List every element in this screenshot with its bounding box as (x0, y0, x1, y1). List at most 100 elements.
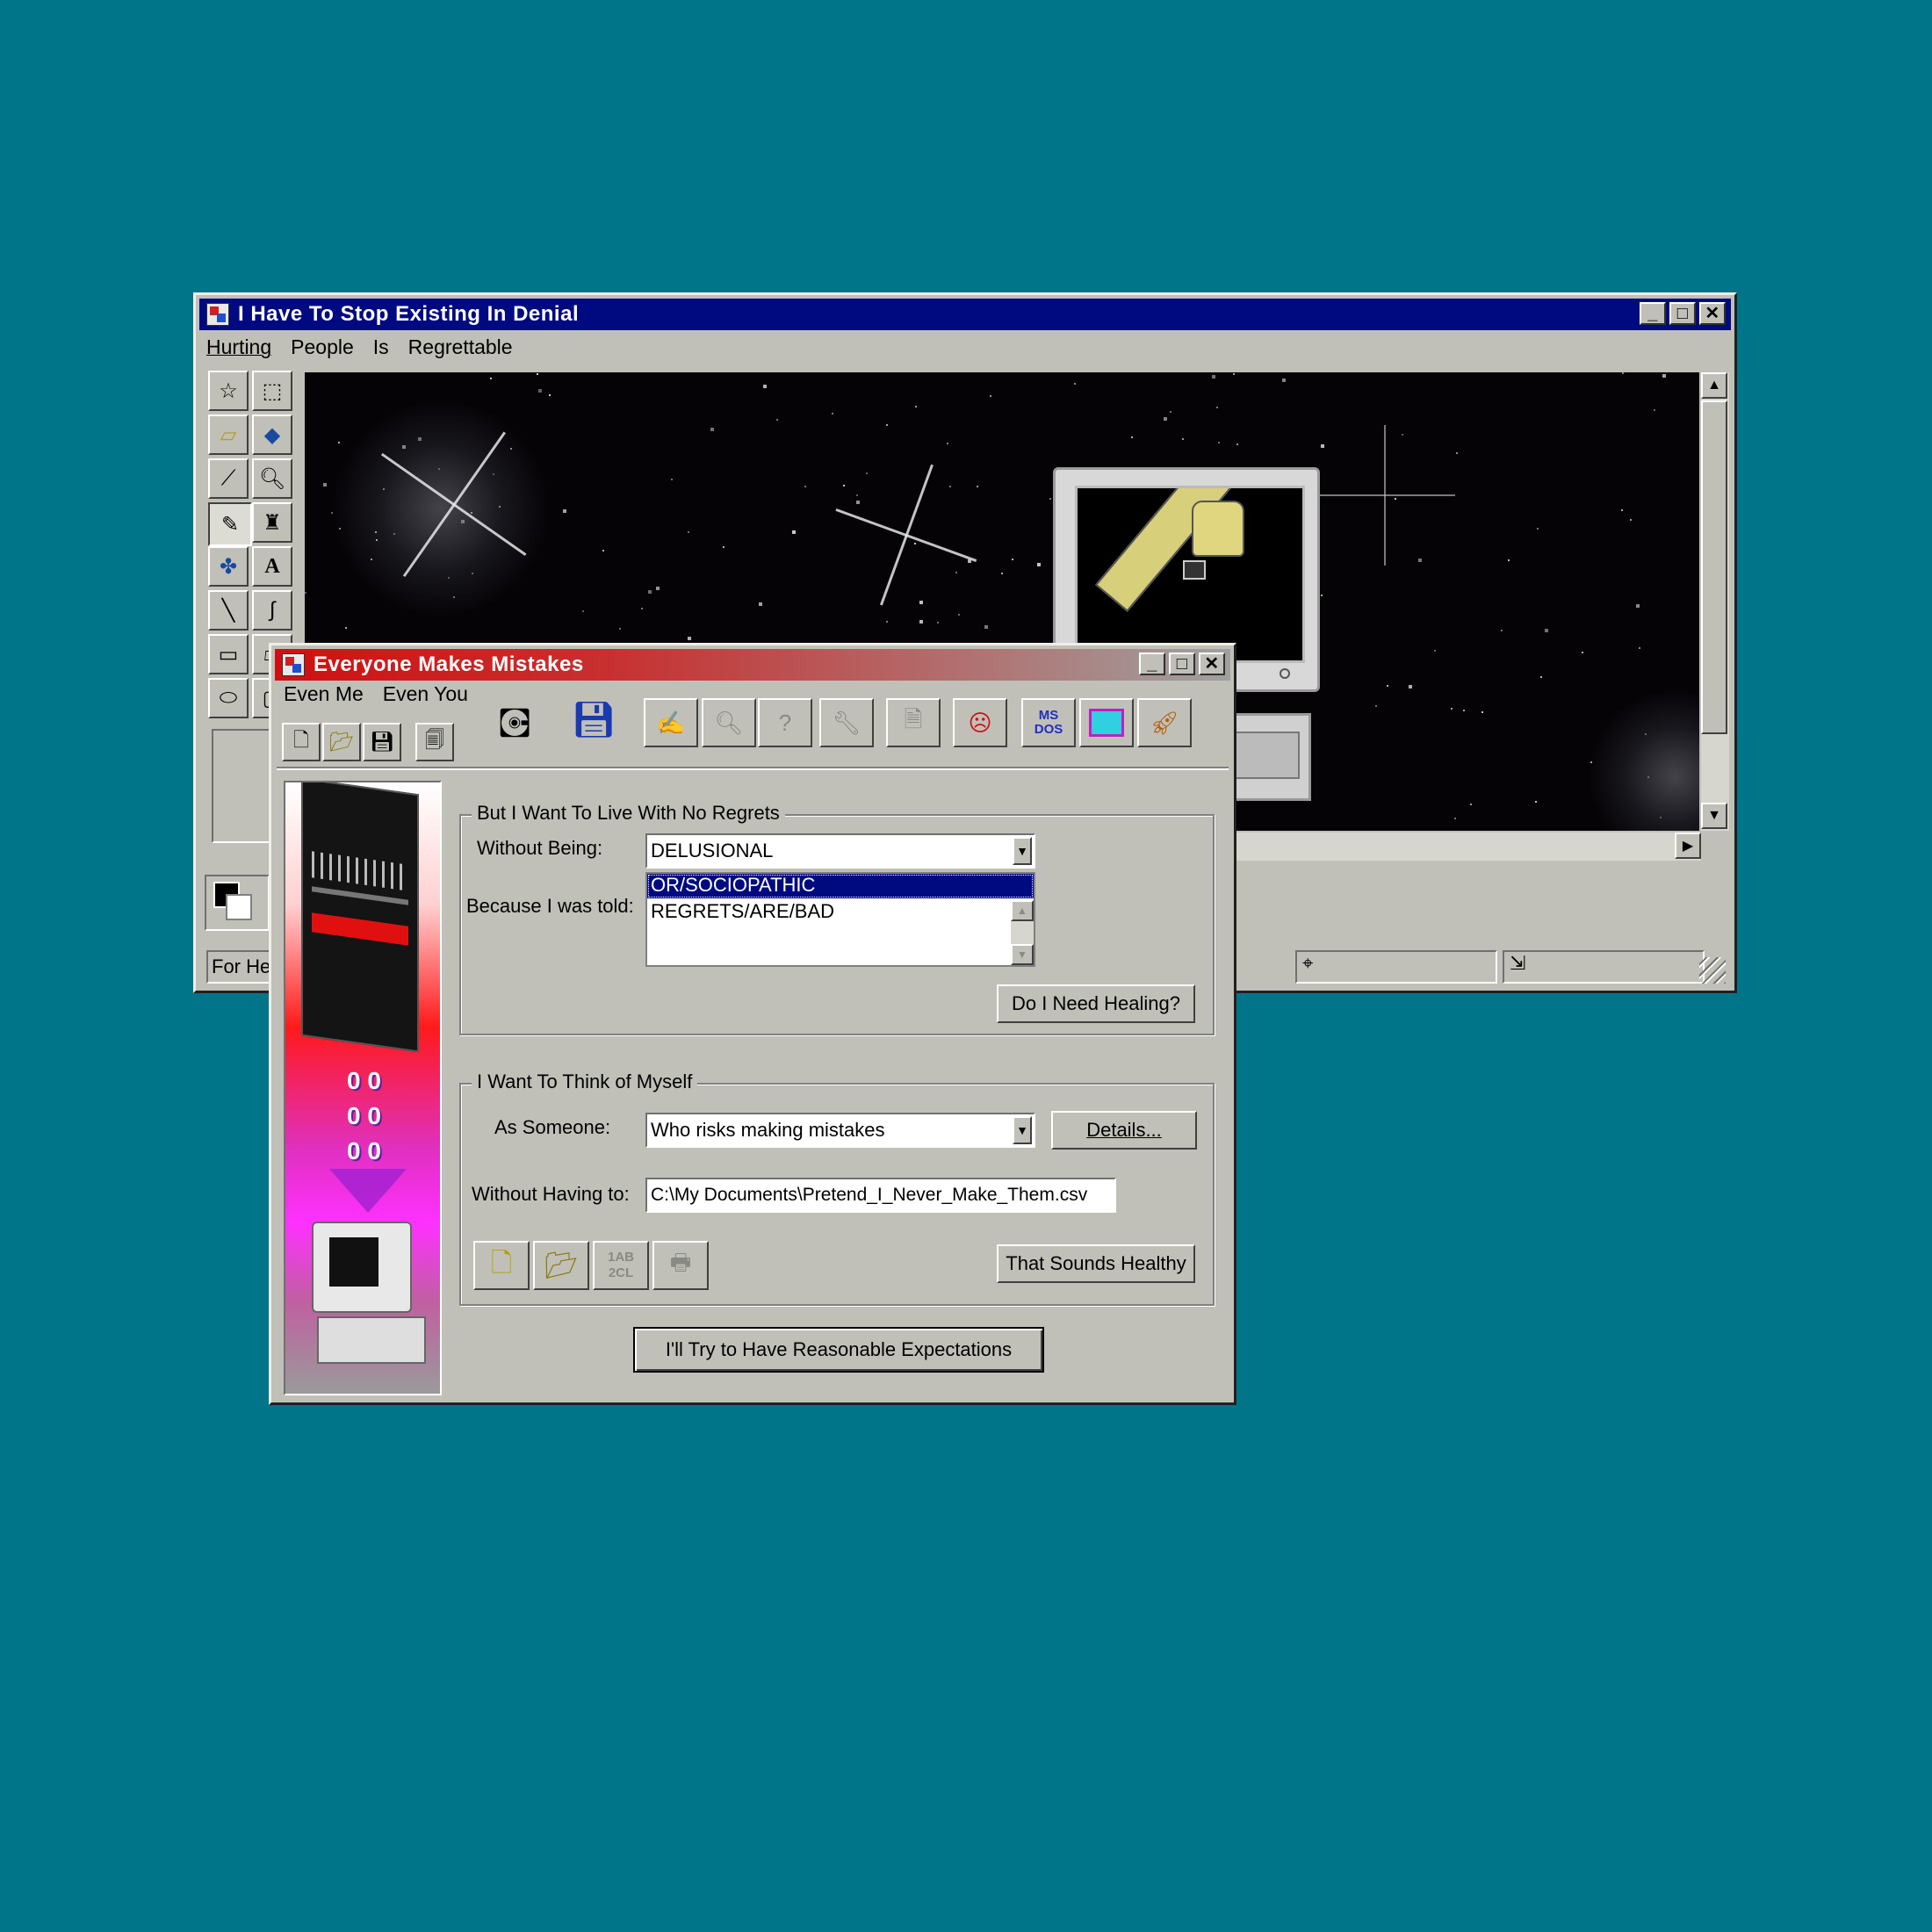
think-of-myself-legend: I Want To Think of Myself (472, 1071, 698, 1093)
airbrush-icon[interactable]: ✤ (208, 546, 249, 587)
reasonable-expectations-button[interactable]: I'll Try to Have Reasonable Expectations (633, 1327, 1044, 1373)
open-folder-icon[interactable]: 📂︎ (533, 1241, 589, 1290)
eyedropper-icon[interactable]: ⟋ (208, 458, 249, 499)
binary-digit: 0 (347, 1137, 361, 1164)
canvas-vertical-scrollbar[interactable]: ▲ ▼ (1701, 372, 1729, 831)
sounds-healthy-button[interactable]: That Sounds Healthy (997, 1244, 1195, 1283)
ms-dos-icon-label: MS DOS (1034, 708, 1063, 737)
star-dot (1218, 442, 1220, 443)
star-dot (1164, 417, 1167, 421)
dialog-maximize-button[interactable]: □ (1169, 652, 1195, 675)
dialog-minimize-button[interactable]: _ (1139, 652, 1165, 675)
open-folder-icon[interactable]: 📂︎ (322, 723, 361, 761)
scroll-down-button[interactable]: ▼ (1701, 803, 1727, 829)
free-select-icon[interactable]: ☆ (208, 371, 249, 411)
scroll-up-button[interactable]: ▲ (1701, 372, 1727, 399)
star-dot (1170, 411, 1171, 413)
new-file-icon[interactable]: 🗋 (282, 723, 321, 761)
save-disk-icon[interactable]: 💾︎ (363, 723, 401, 761)
star-dot (1434, 650, 1436, 652)
star-dot (1454, 818, 1456, 819)
close-button[interactable]: ✕ (1699, 302, 1726, 325)
minimize-button[interactable]: _ (1640, 302, 1666, 325)
star-dot (832, 413, 833, 415)
error-computer-icon[interactable]: ☹ (953, 698, 1007, 747)
list-scroll-up-button[interactable]: ▲ (1011, 900, 1034, 921)
without-having-path-field[interactable]: C:\My Documents\Pretend_I_Never_Make_The… (645, 1178, 1116, 1213)
rect-select-icon[interactable]: ⬚ (252, 371, 292, 411)
because-told-listbox[interactable]: OR/SOCIOPATHIC REGRETS/ARE/BAD ▲ ▼ (645, 872, 1035, 967)
floppy-disk-icon[interactable]: 💾︎ (566, 695, 621, 744)
list-item[interactable]: REGRETS/ARE/BAD (647, 900, 1009, 925)
star-dot (345, 627, 347, 629)
without-being-dropdown[interactable]: DELUSIONAL ▼ (645, 833, 1035, 869)
menu-even-you[interactable]: Even You (383, 682, 468, 706)
paint-title: I Have To Stop Existing In Denial (238, 302, 580, 326)
disk-key-icon[interactable]: 💽︎ (487, 698, 542, 747)
properties-icon[interactable]: 🗐 (415, 723, 454, 761)
scroll-right-button[interactable]: ▶ (1675, 833, 1701, 859)
dialog-close-button[interactable]: ✕ (1199, 652, 1225, 675)
binary-digit: 0 (367, 1137, 381, 1164)
star-dot (1535, 801, 1537, 803)
disabled-search-icon[interactable]: 🔍︎ (702, 698, 756, 747)
color-selector[interactable] (205, 875, 270, 931)
resize-grip-icon[interactable] (1699, 957, 1726, 984)
menu-is[interactable]: Is (373, 335, 389, 359)
maximize-button[interactable]: □ (1669, 302, 1696, 325)
rocket-launch-icon[interactable]: 🚀︎ (1137, 698, 1192, 747)
star-dot (759, 602, 762, 606)
as-someone-dropdown[interactable]: Who risks making mistakes ▼ (645, 1113, 1035, 1148)
star-dot (1012, 559, 1013, 560)
wristwatch-illustration (1183, 560, 1206, 580)
pencil-icon[interactable]: ✎ (208, 502, 252, 546)
rectangle-icon[interactable]: ▭ (208, 634, 249, 674)
list-scrollbar[interactable]: ▲ ▼ (1011, 900, 1034, 965)
eraser-icon[interactable]: ▱ (208, 415, 249, 455)
details-button[interactable]: Details... (1051, 1111, 1197, 1150)
fill-icon[interactable]: ◆ (252, 415, 292, 455)
disabled-document-icon[interactable]: 🗎 (886, 698, 941, 747)
star-dot (1481, 711, 1483, 713)
paint-menubar: Hurting People Is Regrettable (206, 335, 513, 359)
line-icon[interactable]: ╲ (208, 590, 249, 631)
disabled-search-help-icon[interactable]: ? (758, 698, 812, 747)
star-dot (1456, 452, 1458, 454)
disabled-scan-icon[interactable]: ✍ (644, 698, 698, 747)
list-scroll-down-button[interactable]: ▼ (1011, 944, 1034, 965)
chevron-down-icon[interactable]: ▼ (1013, 1116, 1032, 1144)
spellcheck-icon[interactable]: 1AB 2CL (593, 1241, 649, 1290)
dialog-big-toolbar: 💽︎ 💾︎ ✍ 🔍︎ ? 🔧︎ 🗎 ☹ MS DOS 🚀︎ (487, 695, 1234, 753)
print-icon[interactable]: 🖶 (652, 1241, 709, 1290)
list-item[interactable]: OR/SOCIOPATHIC (647, 874, 1034, 898)
star-dot (1470, 804, 1472, 805)
mistakes-dialog: Everyone Makes Mistakes _ □ ✕ Even Me Ev… (269, 643, 1236, 1405)
star-dot (915, 406, 917, 407)
menu-hurting[interactable]: Hurting (206, 335, 271, 359)
ellipse-icon[interactable]: ⬭ (208, 678, 249, 718)
star-dot (886, 424, 888, 426)
ms-dos-icon[interactable]: MS DOS (1021, 698, 1076, 747)
text-icon[interactable]: A (252, 546, 292, 587)
star-dot (323, 483, 327, 487)
menu-people[interactable]: People (291, 335, 354, 359)
chevron-down-icon[interactable]: ▼ (1013, 837, 1032, 865)
server-cabinet-illustration (301, 782, 419, 1053)
need-healing-button[interactable]: Do I Need Healing? (997, 984, 1195, 1023)
disabled-tools-icon[interactable]: 🔧︎ (819, 698, 874, 747)
screen-display-icon[interactable] (1079, 698, 1134, 747)
binary-digit: 0 (367, 1102, 381, 1129)
star-dot (1622, 372, 1624, 374)
magnifier-icon[interactable]: 🔍︎ (252, 458, 292, 499)
paint-titlebar[interactable]: I Have To Stop Existing In Denial _ □ ✕ (199, 299, 1731, 330)
scroll-thumb[interactable] (1701, 400, 1727, 734)
brush-icon[interactable]: ♜ (252, 502, 292, 543)
background-color[interactable] (226, 894, 252, 920)
curve-icon[interactable]: ∫ (252, 590, 292, 631)
star-dot (984, 625, 988, 629)
new-document-icon[interactable]: 🗋 (473, 1241, 530, 1290)
menu-even-me[interactable]: Even Me (284, 682, 364, 706)
dialog-titlebar[interactable]: Everyone Makes Mistakes _ □ ✕ (275, 649, 1230, 681)
star-dot (648, 590, 652, 594)
menu-regrettable[interactable]: Regrettable (408, 335, 513, 359)
